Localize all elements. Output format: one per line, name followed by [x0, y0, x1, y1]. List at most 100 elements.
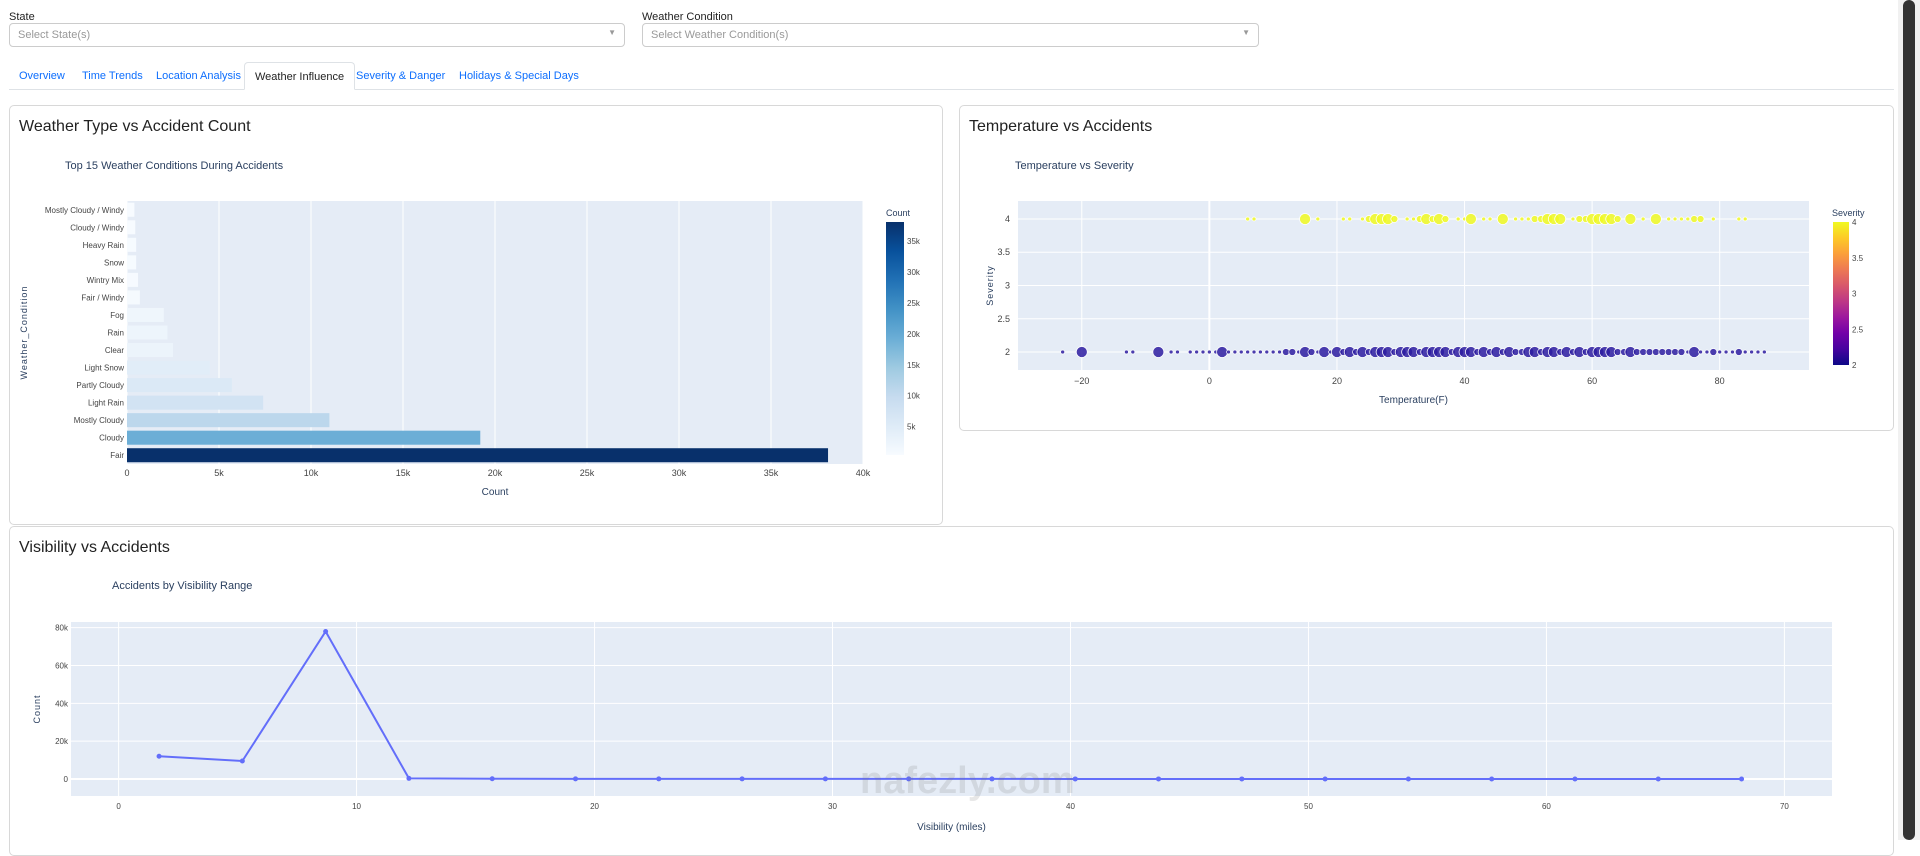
data-point — [739, 776, 745, 782]
colorbar-tick-label: 4 — [1852, 218, 1857, 227]
x-tick-label: 10 — [352, 802, 361, 811]
scatter-point — [1124, 349, 1129, 355]
x-tick-label: 0 — [1207, 376, 1212, 386]
bar — [127, 360, 210, 375]
data-point — [1405, 776, 1411, 782]
scatter-point — [1299, 213, 1311, 225]
scatter-point — [1671, 348, 1679, 356]
x-axis-title: Visibility (miles) — [917, 822, 986, 833]
colorbar-tick-label: 25k — [907, 299, 921, 308]
x-tick-label: −20 — [1074, 376, 1089, 386]
scatter-point — [1238, 349, 1244, 355]
y-axis-title: Severity — [985, 265, 995, 306]
bar — [127, 307, 164, 322]
y-tick-label: 3 — [1005, 281, 1010, 291]
weather-bar-chart: Top 15 Weather Conditions During Acciden… — [19, 160, 921, 498]
y-axis-title: Count — [32, 694, 42, 723]
data-point — [1322, 776, 1328, 782]
colorbar-tick-label: 3 — [1852, 290, 1857, 299]
colorbar-tick-label: 30k — [907, 268, 921, 277]
y-tick-label: Rain — [108, 329, 124, 338]
y-tick-label: 2 — [1005, 347, 1010, 357]
scatter-point — [1710, 216, 1716, 222]
scatter-point — [1226, 349, 1231, 355]
scatter-point — [1554, 213, 1567, 225]
data-point — [822, 776, 828, 782]
y-tick-label: Wintry Mix — [87, 276, 124, 285]
colorbar — [886, 222, 904, 455]
scatter-point — [1207, 349, 1212, 355]
scatter-point — [1613, 348, 1622, 356]
x-axis-title: Temperature(F) — [1379, 395, 1448, 406]
bar — [127, 378, 232, 393]
scatter-point — [1455, 216, 1461, 222]
y-tick-label: Heavy Rain — [83, 241, 124, 250]
data-point — [1572, 776, 1578, 782]
colorbar-tick-label: 2.5 — [1852, 325, 1864, 334]
scatter-point — [1613, 215, 1622, 223]
scatter-point — [1511, 348, 1520, 356]
scrollbar-thumb[interactable] — [1903, 0, 1915, 840]
y-tick-label: Mostly Cloudy — [74, 416, 124, 425]
scatter-point — [1755, 349, 1761, 355]
colorbar-title: Severity — [1832, 208, 1865, 218]
chart-title: Accidents by Visibility Range — [112, 580, 252, 592]
scatter-point — [1496, 213, 1509, 225]
scatter-point — [1698, 349, 1703, 355]
scatter-point — [1645, 348, 1654, 356]
scatter-point — [1075, 346, 1088, 358]
scatter-point — [1672, 216, 1678, 222]
scatter-point — [1640, 216, 1646, 222]
data-point — [156, 753, 162, 759]
page-scrollbar[interactable] — [1898, 0, 1920, 840]
data-point — [239, 758, 245, 764]
chart-title: Top 15 Weather Conditions During Acciden… — [65, 160, 284, 172]
scatter-point — [1175, 349, 1180, 355]
y-tick-label: Cloudy / Windy — [70, 223, 124, 232]
y-tick-label: 3.5 — [997, 247, 1010, 257]
x-tick-label: 50 — [1304, 802, 1313, 811]
scatter-point — [1232, 349, 1238, 355]
colorbar-tick-label: 2 — [1852, 361, 1857, 370]
x-tick-label: 40k — [856, 468, 871, 478]
scatter-point — [1685, 216, 1691, 222]
x-axis-title: Count — [482, 487, 509, 498]
scatter-point — [1723, 349, 1729, 355]
scatter-point — [1360, 216, 1365, 222]
scatter-point — [1465, 213, 1477, 225]
y-tick-label: Snow — [104, 258, 124, 267]
x-tick-label: 40 — [1460, 376, 1470, 386]
scatter-point — [1282, 348, 1290, 356]
scatter-point — [1761, 349, 1767, 355]
scatter-point — [1130, 349, 1136, 355]
scatter-point — [1688, 346, 1701, 358]
y-tick-label: 0 — [64, 775, 69, 784]
bar — [127, 272, 139, 287]
scatter-point — [1251, 216, 1257, 222]
y-tick-label: 20k — [55, 737, 69, 746]
y-tick-label: Clear — [105, 346, 124, 355]
y-tick-label: Mostly Cloudy / Windy — [45, 206, 124, 215]
bar — [127, 395, 264, 410]
data-point — [406, 775, 412, 781]
bar — [127, 290, 140, 305]
scatter-point — [1060, 349, 1066, 355]
scatter-point — [1481, 216, 1487, 222]
y-tick-label: Partly Cloudy — [76, 381, 124, 390]
scatter-point — [1277, 349, 1282, 355]
bar — [127, 448, 829, 463]
colorbar-tick-label: 15k — [907, 361, 921, 370]
x-tick-label: 30 — [828, 802, 837, 811]
x-tick-label: 5k — [214, 468, 224, 478]
bar — [127, 202, 135, 217]
scatter-point — [1390, 215, 1399, 223]
bar — [127, 413, 330, 428]
scatter-point — [1734, 348, 1743, 356]
scatter-point — [1288, 348, 1297, 356]
x-tick-label: 60 — [1542, 802, 1551, 811]
bar — [127, 237, 137, 252]
colorbar-tick-label: 3.5 — [1852, 254, 1864, 263]
y-tick-label: Light Rain — [88, 399, 124, 408]
data-point — [489, 776, 495, 782]
scatter-point — [1264, 349, 1270, 355]
